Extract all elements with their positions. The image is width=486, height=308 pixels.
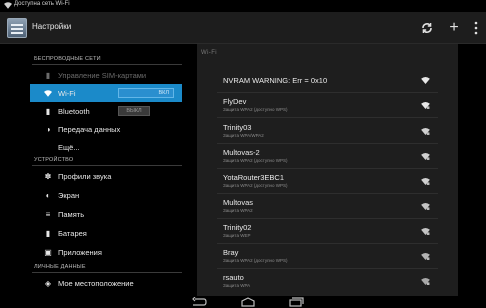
sidebar-item-label: Bluetooth [58,106,90,116]
bluetooth-toggle[interactable]: ВЫКЛ [118,106,150,116]
sidebar-item-wifi[interactable]: Wi-Fi ВКЛ [30,84,182,102]
add-network-icon[interactable]: + [444,18,464,38]
sidebar-item-label: Передача данных [58,124,121,134]
network-security: Защита WPA2 [223,208,253,213]
sidebar-item-display[interactable]: ◐ Экран [30,186,182,204]
sidebar-item-sound-profiles[interactable]: ✽ Профили звука [30,167,182,185]
battery-icon: ▮ [45,228,51,238]
wifi-network-row[interactable]: rsauto Защита WPA [197,269,458,294]
sidebar-item-sim-management[interactable]: ▮ Управление SIM-картами [30,66,182,84]
sidebar-item-label: Экран [58,190,80,200]
bluetooth-toggle-label: ВЫКЛ [126,108,142,114]
wifi-notification-icon [4,2,12,9]
section-header-device: УСТРОЙСТВО [34,157,74,163]
wifi-network-row[interactable]: FlyDev Защита WPA2 (доступно WPS) [197,93,458,118]
wifi-list-header: Wi-Fi [201,50,217,56]
status-notification-text: Доступна сеть Wi-Fi [14,1,70,7]
status-bar: Доступна сеть Wi-Fi [0,0,486,12]
sidebar-item-apps[interactable]: ▣ Приложения [30,243,182,261]
wifi-toggle-label: ВКЛ [158,90,169,96]
row-divider [217,117,438,118]
sidebar-item-label: Батарея [58,228,87,238]
network-ssid: Trinity02 [223,223,252,232]
wifi-secured-signal-icon [421,178,430,185]
wifi-network-row[interactable]: NVRAM WARNING: Err = 0x10 [197,68,458,93]
display-icon: ◐ [45,190,51,200]
wifi-secured-signal-icon [421,228,430,235]
wifi-network-row[interactable]: Multovas Защита WPA2 [197,194,458,219]
wifi-secured-signal-icon [421,153,430,160]
sidebar-item-data-usage[interactable]: ◑ Передача данных [30,120,182,138]
sidebar-item-label: Профили звука [58,171,112,181]
sidebar-item-battery[interactable]: ▮ Батарея [30,224,182,242]
sidebar-item-label: Ещё... [58,142,80,152]
sidebar-item-label: Приложения [58,247,102,257]
network-security: Защита WPA [223,283,251,288]
home-icon[interactable] [240,297,256,307]
section-divider [32,272,182,273]
apps-icon: ▣ [44,247,52,257]
location-icon: ◈ [44,278,52,288]
sidebar-item-storage[interactable]: ≡ Память [30,205,182,223]
network-security: Защита WPA2 (доступно WPS) [223,158,288,163]
wps-refresh-icon[interactable] [417,18,437,38]
network-security: Защита WPA2 (доступно WPS) [223,258,288,263]
section-divider [32,165,182,166]
wifi-network-row[interactable]: Multovas-2 Защита WPA2 (доступно WPS) [197,144,458,169]
page-title: Настройки [32,22,72,31]
network-ssid: FlyDev [223,97,247,106]
network-ssid: Bray [223,248,239,257]
action-bar: Настройки + [0,12,486,44]
wifi-network-list: Wi-Fi NVRAM WARNING: Err = 0x10 FlyDev З… [197,44,458,296]
settings-categories: БЕСПРОВОДНЫЕ СЕТИ ▮ Управление SIM-карта… [30,45,182,294]
sidebar-item-label: Управление SIM-картами [58,70,147,80]
network-ssid: YotaRouter3EBC1 [223,173,285,182]
sidebar-item-location[interactable]: ◈ Мое местоположение [30,274,182,292]
recent-apps-icon[interactable] [288,297,304,307]
network-security: Защита WEP [223,233,251,238]
section-header-wireless: БЕСПРОВОДНЫЕ СЕТИ [34,56,101,62]
wifi-network-row[interactable]: Trinity03 Защита WPA/WPA2 [197,119,458,144]
network-security: Защита WPA2 (доступно WPS) [223,107,288,112]
sidebar-item-label: Мое местоположение [58,278,134,288]
data-usage-icon: ◑ [45,124,51,134]
sidebar-item-label: Память [58,209,85,219]
wifi-network-row[interactable]: Bray Защита WPA2 (доступно WPS) [197,244,458,269]
section-divider [32,64,182,65]
overflow-menu-icon[interactable] [466,18,486,38]
sidebar-item-label: Wi-Fi [58,88,76,98]
wifi-secured-signal-icon [421,102,430,109]
wifi-secured-signal-icon [421,253,430,260]
wifi-network-row[interactable]: Trinity02 Защита WEP [197,219,458,244]
wifi-secured-signal-icon [421,203,430,210]
sidebar-item-more[interactable]: Ещё... [30,138,182,156]
wifi-toggle[interactable]: ВКЛ [118,88,174,98]
network-ssid: Trinity03 [223,123,252,132]
settings-app-icon[interactable] [7,18,27,38]
network-security: Защита WPA/WPA2 [223,133,264,138]
navigation-bar [0,296,486,308]
bluetooth-icon: ▮ [45,106,51,116]
wifi-secured-signal-icon [421,278,430,285]
network-ssid: Multovas [223,198,254,207]
section-header-personal: ЛИЧНЫЕ ДАННЫЕ [34,264,86,270]
back-icon[interactable] [191,297,207,307]
network-ssid: rsauto [223,273,244,282]
storage-icon: ≡ [45,209,51,219]
wifi-network-row[interactable]: YotaRouter3EBC1 Защита WPA2 (доступно WP… [197,169,458,194]
sim-card-icon: ▮ [45,70,51,80]
wifi-signal-icon [421,77,430,84]
network-security: Защита WPA2 (доступно WPS) [223,183,288,188]
network-ssid: NVRAM WARNING: Err = 0x10 [223,76,328,85]
network-ssid: Multovas-2 [223,148,260,157]
sidebar-item-bluetooth[interactable]: ▮ Bluetooth ВЫКЛ [30,102,182,120]
wifi-icon [44,89,52,97]
wifi-secured-signal-icon [421,128,430,135]
sound-icon: ✽ [44,171,52,181]
